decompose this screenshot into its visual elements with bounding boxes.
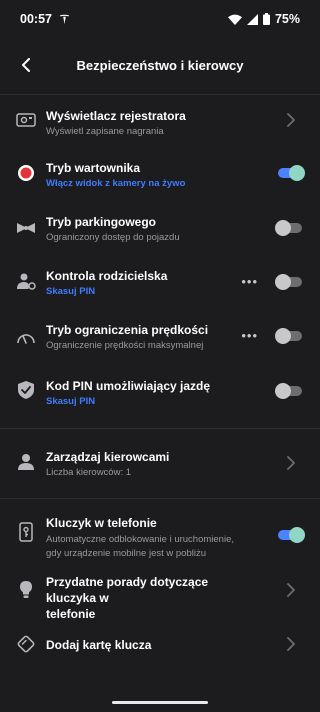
setting-sentry-text: Tryb wartownika Włącz widok z kamery na … — [46, 160, 260, 191]
setting-phone-key-title: Kluczyk w telefonie — [46, 516, 157, 530]
setting-key-card-text: Dodaj kartę klucza — [46, 637, 260, 653]
setting-phone-key-subtitle-2: gdy urządzenie mobilne jest w pobliżu — [46, 548, 207, 559]
pin-drive-reset-pin-link[interactable]: Skasuj PIN — [46, 395, 260, 409]
speed-limit-toggle-knob — [275, 328, 291, 344]
setting-phone-key[interactable]: Kluczyk w telefonie Automatyczne odbloko… — [0, 512, 320, 561]
setting-pin-drive-text: Kod PIN umożliwiający jazdę Skasuj PIN — [46, 378, 260, 409]
setting-pin-to-drive[interactable]: Kod PIN umożliwiający jazdę Skasuj PIN — [0, 374, 320, 422]
valet-toggle[interactable] — [275, 220, 302, 236]
chevron-right-icon — [287, 113, 295, 127]
setting-sentry-title: Tryb wartownika — [46, 161, 141, 175]
page-title: Bezpieczeństwo i kierowcy — [76, 57, 244, 73]
setting-tips-title-1: Przydatne porady dotyczące kluczyka w — [46, 575, 209, 605]
battery-icon — [262, 13, 270, 25]
parental-icon — [16, 272, 36, 292]
setting-valet-text: Tryb parkingowego Ograniczony dostęp do … — [46, 214, 260, 245]
tesla-logo-icon — [59, 14, 70, 24]
home-indicator[interactable] — [112, 701, 208, 704]
section-divider-1 — [0, 428, 320, 429]
page-header: Bezpieczeństwo i kierowcy — [0, 45, 320, 85]
sentry-toggle[interactable] — [278, 165, 305, 181]
setting-manage-drivers[interactable]: Zarządzaj kierowcami Liczba kierowców: 1 — [0, 446, 320, 494]
pin-drive-toggle[interactable] — [275, 383, 302, 399]
parental-more-icon[interactable]: ••• — [241, 274, 258, 289]
bowtie-icon — [16, 218, 36, 238]
sentry-toggle-knob — [289, 165, 305, 181]
setting-sentry[interactable]: Tryb wartownika Włącz widok z kamery na … — [0, 156, 320, 204]
setting-phone-key-subtitle-1: Automatyczne odblokowanie i uruchomienie… — [46, 534, 234, 545]
setting-dashcam[interactable]: Wyświetlacz rejestratora Wyświetl zapisa… — [0, 102, 320, 150]
status-bar: 00:57 75% — [0, 0, 320, 38]
setting-phone-key-tips[interactable]: Przydatne porady dotyczące kluczyka w te… — [0, 570, 320, 621]
setting-speed-limit-subtitle: Ograniczenie prędkości maksymalnej — [46, 340, 204, 351]
setting-valet-subtitle: Ograniczony dostęp do pojazdu — [46, 232, 180, 243]
shield-check-icon — [16, 380, 36, 400]
setting-dashcam-subtitle: Wyświetl zapisane nagrania — [46, 126, 164, 137]
signal-icon — [246, 13, 258, 25]
back-arrow-icon — [22, 58, 30, 72]
speed-limit-more-icon[interactable]: ••• — [241, 328, 258, 343]
setting-add-key-card[interactable]: Dodaj kartę klucza — [0, 626, 320, 662]
section-divider-2 — [0, 498, 320, 499]
status-right-group: 75% — [227, 12, 300, 26]
phone-key-toggle[interactable] — [278, 527, 305, 543]
setting-valet[interactable]: Tryb parkingowego Ograniczony dostęp do … — [0, 210, 320, 258]
setting-dashcam-title: Wyświetlacz rejestratora — [46, 109, 186, 123]
setting-drivers-subtitle: Liczba kierowców: 1 — [46, 467, 132, 478]
setting-tips-text: Przydatne porady dotyczące kluczyka w te… — [46, 574, 260, 622]
setting-pin-drive-title: Kod PIN umożliwiający jazdę — [46, 379, 211, 393]
setting-drivers-title: Zarządzaj kierowcami — [46, 450, 170, 464]
setting-parental-control[interactable]: Kontrola rodzicielska Skasuj PIN ••• — [0, 264, 320, 312]
chevron-right-icon — [287, 583, 295, 597]
setting-valet-title: Tryb parkingowego — [46, 215, 157, 229]
battery-percent: 75% — [274, 12, 300, 26]
setting-speed-limit-text: Tryb ograniczenia prędkości Ograniczenie… — [46, 322, 260, 353]
person-icon — [16, 452, 36, 472]
header-divider — [0, 94, 320, 95]
dashcam-icon — [16, 110, 36, 130]
setting-parental-title: Kontrola rodzicielska — [46, 269, 168, 283]
phone-key-icon — [16, 522, 36, 542]
parental-reset-pin-link[interactable]: Skasuj PIN — [46, 285, 260, 299]
chevron-right-icon — [287, 456, 295, 470]
wifi-icon — [227, 14, 242, 25]
parental-toggle[interactable] — [275, 274, 302, 290]
status-time-group: 00:57 — [20, 12, 70, 26]
valet-toggle-knob — [275, 220, 291, 236]
status-time: 00:57 — [20, 12, 52, 26]
setting-speed-limit-title: Tryb ograniczenia prędkości — [46, 323, 209, 337]
speedometer-icon — [16, 327, 36, 347]
setting-parental-text: Kontrola rodzicielska Skasuj PIN — [46, 268, 260, 299]
setting-key-card-title: Dodaj kartę klucza — [46, 638, 152, 652]
key-card-icon — [16, 634, 36, 654]
sentry-live-camera-link[interactable]: Włącz widok z kamery na żywo — [46, 177, 260, 191]
parental-toggle-knob — [275, 274, 291, 290]
setting-dashcam-text: Wyświetlacz rejestratora Wyświetl zapisa… — [46, 108, 260, 139]
setting-phone-key-text: Kluczyk w telefonie Automatyczne odbloko… — [46, 515, 260, 561]
back-button[interactable] — [12, 51, 40, 79]
chevron-right-icon — [287, 637, 295, 651]
setting-tips-title-2: telefonie — [46, 607, 96, 621]
setting-drivers-text: Zarządzaj kierowcami Liczba kierowców: 1 — [46, 449, 260, 480]
pin-drive-toggle-knob — [275, 383, 291, 399]
phone-key-toggle-knob — [289, 527, 305, 543]
lightbulb-icon — [16, 580, 36, 600]
speed-limit-toggle[interactable] — [275, 328, 302, 344]
setting-speed-limit[interactable]: Tryb ograniczenia prędkości Ograniczenie… — [0, 318, 320, 366]
sentry-icon — [16, 163, 36, 183]
